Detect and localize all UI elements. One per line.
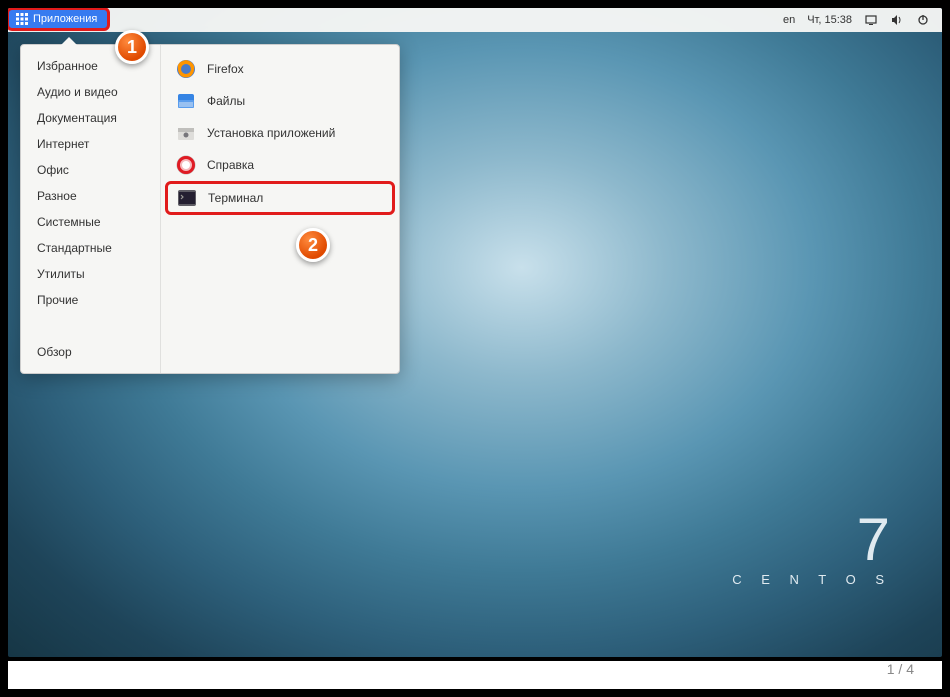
applications-button[interactable]: Приложения [8,8,110,31]
pagination-label: 1 / 4 [887,661,914,677]
category-documentation[interactable]: Документация [21,105,160,131]
screen-icon[interactable] [864,13,878,27]
footer-bar: 1 / 4 [8,661,942,689]
category-system[interactable]: Системные [21,209,160,235]
category-misc[interactable]: Прочие [21,287,160,313]
top-panel: Приложения en Чт, 15:38 [8,8,942,32]
menu-item-label: Установка приложений [207,126,335,140]
menu-item-label: Терминал [208,191,263,205]
category-utilities[interactable]: Утилиты [21,261,160,287]
menu-item-label: Справка [207,158,254,172]
menu-items-pane: Firefox Файлы Установка приложений Справ… [161,45,399,373]
language-indicator[interactable]: en [783,14,795,26]
callout-marker-2: 2 [296,228,330,262]
clock[interactable]: Чт, 15:38 [807,14,852,26]
centos-version: 7 [732,510,892,570]
topbar-right: en Чт, 15:38 [783,13,942,27]
centos-name: C E N T O S [732,572,892,587]
menu-item-terminal[interactable]: Терминал [165,181,395,215]
centos-branding: 7 C E N T O S [732,510,892,587]
callout-marker-1: 1 [115,30,149,64]
terminal-icon [176,187,198,209]
category-internet[interactable]: Интернет [21,131,160,157]
desktop-screen: Приложения en Чт, 15:38 Избранное Аудио … [8,8,942,657]
category-office[interactable]: Офис [21,157,160,183]
callout-number: 2 [308,235,318,256]
firefox-icon [175,58,197,80]
menu-categories-pane: Избранное Аудио и видео Документация Инт… [21,45,161,373]
overview-button[interactable]: Обзор [21,339,160,365]
files-icon [175,90,197,112]
power-icon[interactable] [916,13,930,27]
apps-grid-icon [15,12,29,26]
menu-item-files[interactable]: Файлы [161,85,399,117]
software-icon [175,122,197,144]
menu-item-firefox[interactable]: Firefox [161,53,399,85]
topbar-left: Приложения [8,9,110,31]
category-accessories[interactable]: Стандартные [21,235,160,261]
callout-number: 1 [127,37,137,58]
menu-item-label: Firefox [207,62,244,76]
menu-item-software[interactable]: Установка приложений [161,117,399,149]
volume-icon[interactable] [890,13,904,27]
applications-label: Приложения [33,13,97,25]
applications-menu: Избранное Аудио и видео Документация Инт… [20,44,400,374]
menu-item-label: Файлы [207,94,245,108]
help-icon [175,154,197,176]
category-other[interactable]: Разное [21,183,160,209]
category-audio-video[interactable]: Аудио и видео [21,79,160,105]
menu-item-help[interactable]: Справка [161,149,399,181]
